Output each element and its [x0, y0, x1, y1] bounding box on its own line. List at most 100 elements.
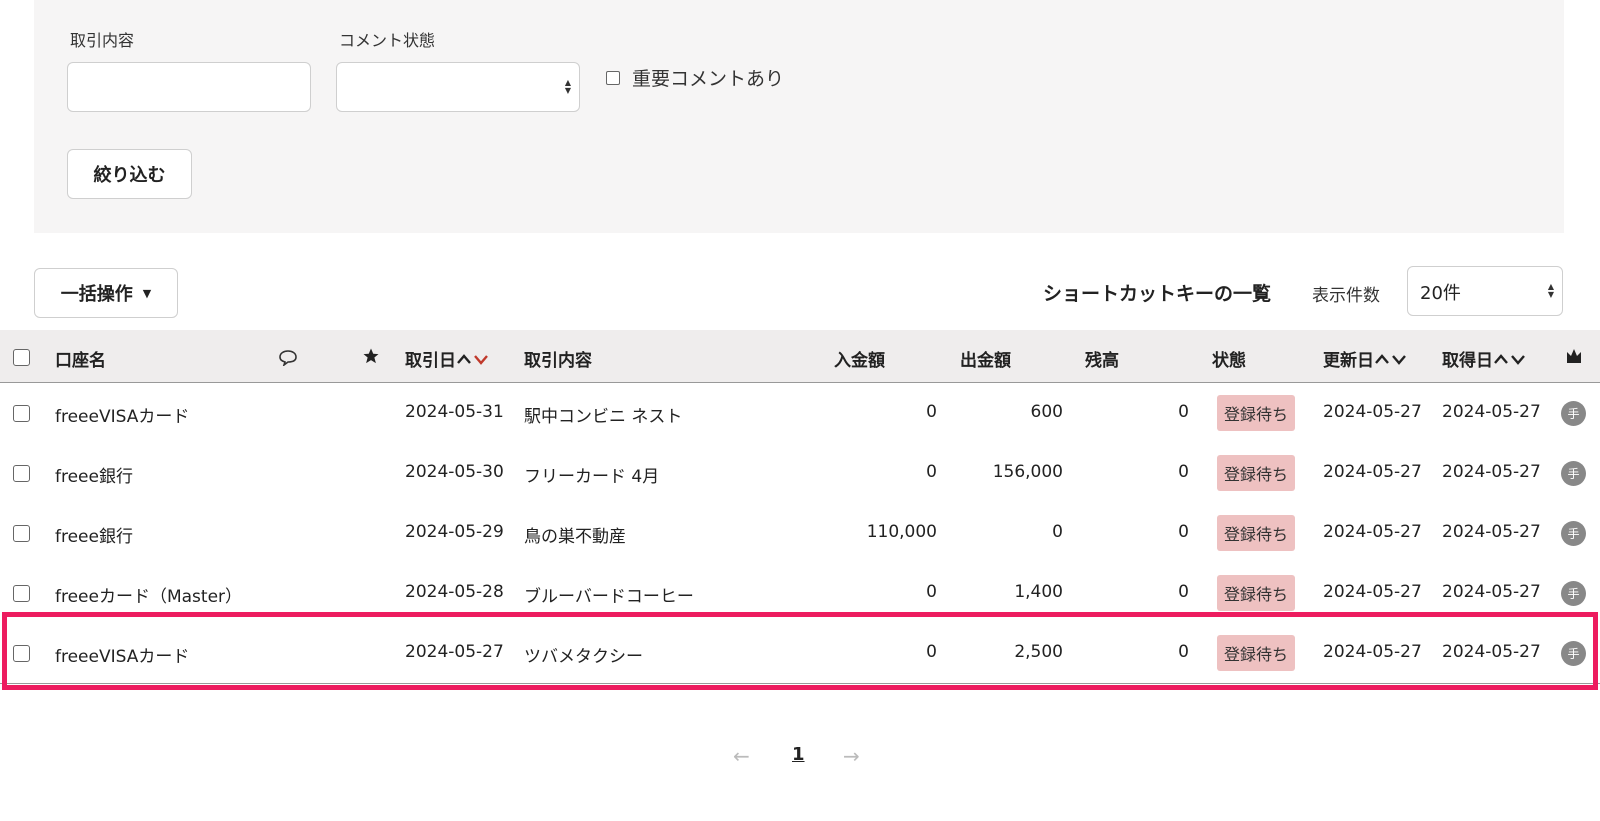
star-icon[interactable] [362, 347, 380, 365]
row-account: freee銀行 [55, 527, 133, 547]
transaction-filter-input[interactable] [67, 62, 311, 112]
source-badge: 手 [1561, 581, 1586, 606]
row-acquired: 2024-05-27 [1442, 642, 1541, 662]
comment-icon[interactable] [278, 350, 298, 366]
row-withdrawal: 156,000 [992, 462, 1063, 482]
row-account: freeeVISAカード [55, 407, 190, 427]
source-badge: 手 [1561, 401, 1586, 426]
source-icon [1567, 349, 1581, 363]
row-account: freeeVISAカード [55, 647, 190, 667]
sort-icon[interactable] [1493, 352, 1527, 366]
source-badge: 手 [1561, 641, 1586, 666]
row-acquired: 2024-05-27 [1442, 402, 1541, 422]
header-updated-label: 更新日 [1323, 351, 1374, 371]
source-badge: 手 [1561, 461, 1586, 486]
row-description: 駅中コンビニ ネスト [524, 407, 683, 427]
prev-page-arrow[interactable]: ← [733, 744, 750, 768]
row-balance: 0 [1178, 522, 1189, 542]
important-comment-filter[interactable]: 重要コメントあり [606, 64, 784, 91]
important-comment-label: 重要コメントあり [632, 68, 785, 90]
row-description: ブルーバードコーヒー [524, 587, 694, 607]
row-acquired: 2024-05-27 [1442, 582, 1541, 602]
row-description: ツバメタクシー [524, 647, 643, 667]
header-acquired[interactable]: 取得日 [1442, 346, 1527, 371]
header-balance[interactable]: 残高 [1085, 346, 1119, 371]
row-updated: 2024-05-27 [1323, 582, 1422, 602]
row-date: 2024-05-27 [405, 642, 504, 662]
header-description[interactable]: 取引内容 [524, 346, 592, 371]
caret-down-icon: ▼ [142, 286, 152, 300]
status-badge: 登録待ち [1217, 455, 1295, 491]
row-withdrawal: 600 [1030, 402, 1063, 422]
row-deposit: 0 [926, 582, 937, 602]
sort-asc-desc-icon[interactable] [456, 352, 490, 366]
per-page-value: 20件 [1420, 283, 1461, 304]
header-updated[interactable]: 更新日 [1323, 346, 1408, 371]
bulk-action-button[interactable]: 一括操作 ▼ [34, 268, 178, 318]
filter-button[interactable]: 絞り込む [67, 149, 192, 199]
row-updated: 2024-05-27 [1323, 462, 1422, 482]
row-balance: 0 [1178, 462, 1189, 482]
row-checkbox[interactable] [13, 645, 30, 662]
row-acquired: 2024-05-27 [1442, 522, 1541, 542]
row-withdrawal: 1,400 [1014, 582, 1063, 602]
header-date[interactable]: 取引日 [405, 346, 490, 371]
row-balance: 0 [1178, 642, 1189, 662]
header-account[interactable]: 口座名 [55, 346, 106, 371]
row-date: 2024-05-31 [405, 402, 504, 422]
row-acquired: 2024-05-27 [1442, 462, 1541, 482]
status-badge: 登録待ち [1217, 635, 1295, 671]
row-account: freee銀行 [55, 467, 133, 487]
important-comment-checkbox[interactable] [606, 70, 620, 85]
comment-status-select[interactable]: ▲ ▼ [336, 62, 580, 112]
status-badge: 登録待ち [1217, 395, 1295, 431]
header-acquired-label: 取得日 [1442, 351, 1493, 371]
per-page-select[interactable]: 20件 ▲ ▼ [1407, 266, 1563, 316]
header-status[interactable]: 状態 [1212, 346, 1246, 371]
row-date: 2024-05-29 [405, 522, 504, 542]
row-account: freeeカード（Master） [55, 587, 243, 607]
row-deposit: 0 [926, 402, 937, 422]
source-badge: 手 [1561, 521, 1586, 546]
row-description: 鳥の巣不動産 [524, 527, 626, 547]
header-withdrawal[interactable]: 出金額 [960, 346, 1011, 371]
row-balance: 0 [1178, 582, 1189, 602]
sort-icon[interactable] [1374, 352, 1408, 366]
status-badge: 登録待ち [1217, 575, 1295, 611]
row-description: フリーカード 4月 [524, 467, 660, 487]
row-withdrawal: 2,500 [1014, 642, 1063, 662]
table-row[interactable]: freee銀行 2024-05-30 フリーカード 4月 0 156,000 0… [0, 443, 1600, 504]
row-deposit: 0 [926, 462, 937, 482]
header-deposit[interactable]: 入金額 [834, 346, 885, 371]
row-updated: 2024-05-27 [1323, 402, 1422, 422]
row-deposit: 110,000 [866, 522, 937, 542]
row-deposit: 0 [926, 642, 937, 662]
next-page-arrow[interactable]: → [843, 744, 860, 768]
row-checkbox[interactable] [13, 525, 30, 542]
transaction-filter-label: 取引内容 [70, 31, 135, 50]
table-row[interactable]: freee銀行 2024-05-29 鳥の巣不動産 110,000 0 0 登録… [0, 503, 1600, 564]
table-row[interactable]: freeeVISAカード 2024-05-31 駅中コンビニ ネスト 0 600… [0, 383, 1600, 444]
header-date-label: 取引日 [405, 351, 456, 371]
row-date: 2024-05-28 [405, 582, 504, 602]
status-badge: 登録待ち [1217, 515, 1295, 551]
filter-panel: 取引内容 コメント状態 ▲ ▼ 重要コメントあり 絞り込む [34, 0, 1564, 233]
row-updated: 2024-05-27 [1323, 522, 1422, 542]
select-arrows-icon: ▲ ▼ [1547, 282, 1554, 299]
page-number-current[interactable]: 1 [792, 744, 805, 765]
table-row[interactable]: freeeカード（Master） 2024-05-28 ブルーバードコーヒー 0… [0, 563, 1600, 624]
table-row[interactable]: freeeVISAカード 2024-05-27 ツバメタクシー 0 2,500 … [0, 623, 1600, 684]
row-checkbox[interactable] [13, 585, 30, 602]
row-checkbox[interactable] [13, 405, 30, 422]
per-page-label: 表示件数 [1312, 286, 1380, 306]
row-updated: 2024-05-27 [1323, 642, 1422, 662]
row-date: 2024-05-30 [405, 462, 504, 482]
select-all-checkbox[interactable] [13, 349, 30, 366]
shortcut-list-link[interactable]: ショートカットキーの一覧 [1043, 279, 1271, 306]
row-balance: 0 [1178, 402, 1189, 422]
table-header: 口座名 取引日 取引内容 入金額 出金額 残高 状態 更新日 取得日 [0, 330, 1600, 383]
select-arrows-icon: ▲ ▼ [564, 78, 571, 95]
comment-status-label: コメント状態 [339, 31, 436, 50]
row-checkbox[interactable] [13, 465, 30, 482]
row-withdrawal: 0 [1052, 522, 1063, 542]
